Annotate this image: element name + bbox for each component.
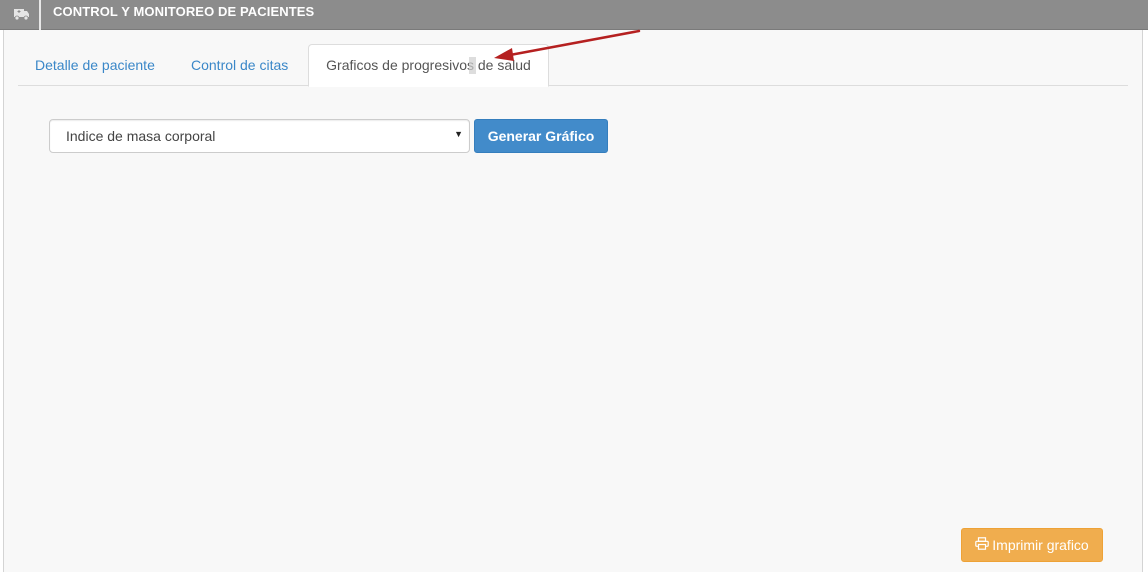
print-icon — [975, 529, 990, 561]
print-chart-label: Imprimir grafico — [992, 537, 1089, 553]
generate-chart-button[interactable]: Generar Gráfico — [474, 119, 608, 153]
header-divider — [39, 0, 41, 30]
tab-control-de-citas[interactable]: Control de citas — [191, 44, 288, 86]
chart-type-selected-value: Indice de masa corporal — [66, 128, 216, 144]
chart-type-select[interactable]: Indice de masa corporal ▼ — [49, 119, 470, 153]
tab-detalle-de-paciente[interactable]: Detalle de paciente — [35, 44, 155, 86]
print-chart-button[interactable]: Imprimir grafico — [961, 528, 1103, 562]
tab-graficos-progresivos[interactable]: Graficos de progresivos de salud — [308, 44, 549, 87]
tab-bar: Detalle de paciente Control de citas Gra… — [18, 44, 1128, 87]
chevron-down-icon: ▼ — [454, 129, 463, 139]
page-header: CONTROL Y MONITOREO DE PACIENTES — [0, 0, 1148, 30]
page-title: CONTROL Y MONITOREO DE PACIENTES — [53, 4, 315, 19]
text-cursor-highlight — [469, 57, 476, 74]
ambulance-icon — [13, 6, 31, 22]
